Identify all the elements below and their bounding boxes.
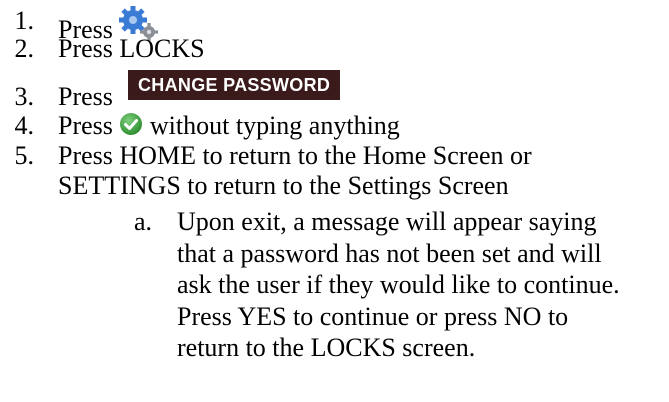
step-text: Press HOME to return to the Home Screen … [58, 141, 532, 170]
step-number: 1. [14, 6, 35, 35]
step-number: 4. [14, 111, 35, 140]
step-text: SETTINGS to return to the Settings Scree… [58, 171, 509, 200]
step-number: 5. [14, 141, 35, 170]
substep-letter: a. [134, 207, 153, 236]
substep-text: Upon exit, a message will appear saying … [177, 207, 620, 362]
substep-a: a. Upon exit, a message will appear sayi… [0, 206, 669, 402]
step-text: Press [58, 111, 113, 140]
step-number: 2. [14, 34, 35, 63]
step-text: Press [58, 82, 113, 111]
step-number: 3. [14, 82, 35, 111]
instructions-document: 1. Press 2. Press LOCKS 3. Press CHANGE … [0, 0, 669, 402]
checkmark-icon [120, 113, 143, 135]
step-text: without typing anything [149, 111, 400, 140]
change-password-button[interactable]: CHANGE PASSWORD [128, 70, 341, 100]
step-text: Press LOCKS [58, 34, 205, 63]
